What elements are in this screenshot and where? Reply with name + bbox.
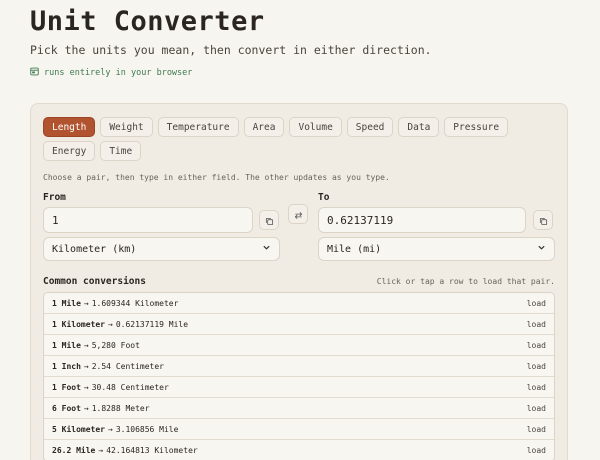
load-button[interactable]: load: [527, 425, 546, 434]
converter-card: Length Weight Temperature Area Volume Speed Da…: [30, 103, 568, 460]
conversion-from-quantity: 1 Mile: [52, 340, 81, 350]
conversion-from-quantity: 6 Foot: [52, 403, 81, 413]
common-conversions-title: Common conversions: [43, 276, 146, 287]
browser-icon: [30, 67, 39, 79]
from-value-input[interactable]: 1: [43, 207, 253, 233]
load-button[interactable]: load: [527, 446, 546, 455]
conversion-text: 6 Foot → 1.8288 Meter: [52, 404, 150, 413]
conversion-result: 3.106856 Mile: [115, 424, 179, 434]
conversion-text: 1 Foot → 30.48 Centimeter: [52, 383, 169, 392]
conversion-from-quantity: 1 Mile: [52, 298, 81, 308]
copy-to-button[interactable]: [533, 210, 553, 230]
arrow-right-icon: →: [83, 382, 89, 392]
conversion-from-quantity: 5 Kilometer: [52, 424, 105, 434]
conversion-row[interactable]: 26.2 Mile → 42.164813 Kilometer load: [44, 440, 554, 460]
page-subtitle: Pick the units you mean, then convert in…: [30, 43, 432, 57]
from-unit-value: Kilometer (km): [52, 243, 137, 255]
tab-temperature[interactable]: Temperature: [157, 117, 239, 137]
conversion-result: 5,280 Foot: [91, 340, 140, 350]
instruction-hint: Choose a pair, then type in either field…: [43, 173, 390, 182]
conversion-from-quantity: 26.2 Mile: [52, 445, 96, 455]
conversion-text: 1 Mile → 5,280 Foot: [52, 341, 140, 350]
tab-time[interactable]: Time: [100, 141, 142, 161]
copy-icon: [539, 211, 548, 230]
arrow-right-icon: →: [98, 445, 104, 455]
tab-area[interactable]: Area: [243, 117, 285, 137]
chevron-down-icon: [537, 243, 546, 255]
conversion-from-quantity: 1 Foot: [52, 382, 81, 392]
conversion-row[interactable]: 1 Inch → 2.54 Centimeter load: [44, 356, 554, 377]
conversion-text: 1 Mile → 1.609344 Kilometer: [52, 299, 178, 308]
load-button[interactable]: load: [527, 299, 546, 308]
load-button[interactable]: load: [527, 341, 546, 350]
conversion-row[interactable]: 1 Mile → 5,280 Foot load: [44, 335, 554, 356]
arrow-right-icon: →: [83, 340, 89, 350]
copy-from-button[interactable]: [259, 210, 279, 230]
to-unit-select[interactable]: Mile (mi): [318, 237, 555, 261]
swap-icon: [294, 205, 303, 224]
arrow-right-icon: →: [107, 319, 113, 329]
conversion-row[interactable]: 1 Foot → 30.48 Centimeter load: [44, 377, 554, 398]
tab-volume[interactable]: Volume: [289, 117, 342, 137]
arrow-right-icon: →: [107, 424, 113, 434]
tab-length[interactable]: Length: [43, 117, 96, 137]
arrow-right-icon: →: [83, 403, 89, 413]
conversion-text: 5 Kilometer → 3.106856 Mile: [52, 425, 178, 434]
conversion-row[interactable]: 6 Foot → 1.8288 Meter load: [44, 398, 554, 419]
category-tabs: Length Weight Temperature Area Volume Speed Da…: [43, 117, 543, 161]
load-button[interactable]: load: [527, 320, 546, 329]
from-label: From: [43, 192, 66, 203]
tab-speed[interactable]: Speed: [346, 117, 394, 137]
swap-button[interactable]: [288, 204, 308, 224]
conversions-table: 1 Mile → 1.609344 Kilometer load 1 Kilometer…: [43, 292, 555, 460]
load-button[interactable]: load: [527, 362, 546, 371]
conversion-row[interactable]: 1 Mile → 1.609344 Kilometer load: [44, 293, 554, 314]
conversion-result: 0.62137119 Mile: [115, 319, 189, 329]
conversion-text: 1 Inch → 2.54 Centimeter: [52, 362, 164, 371]
to-label: To: [318, 192, 330, 203]
from-unit-select[interactable]: Kilometer (km): [43, 237, 280, 261]
privacy-note-text: runs entirely in your browser: [44, 68, 193, 78]
page-title: Unit Converter: [30, 6, 265, 37]
arrow-right-icon: →: [83, 361, 89, 371]
conversion-row[interactable]: 5 Kilometer → 3.106856 Mile load: [44, 419, 554, 440]
conversion-result: 42.164813 Kilometer: [106, 445, 198, 455]
conversion-result: 30.48 Centimeter: [91, 382, 169, 392]
conversion-from-quantity: 1 Inch: [52, 361, 81, 371]
load-button[interactable]: load: [527, 404, 546, 413]
arrow-right-icon: →: [83, 298, 89, 308]
conversion-result: 2.54 Centimeter: [91, 361, 164, 371]
tab-pressure[interactable]: Pressure: [444, 117, 509, 137]
load-button[interactable]: load: [527, 383, 546, 392]
to-unit-value: Mile (mi): [327, 243, 382, 255]
to-value-input[interactable]: 0.62137119: [318, 207, 526, 233]
conversion-result: 1.609344 Kilometer: [91, 298, 179, 308]
conversion-result: 1.8288 Meter: [91, 403, 150, 413]
common-conversions-hint: Click or tap a row to load that pair.: [376, 277, 555, 286]
conversion-text: 1 Kilometer → 0.62137119 Mile: [52, 320, 188, 329]
conversion-row[interactable]: 1 Kilometer → 0.62137119 Mile load: [44, 314, 554, 335]
tab-weight[interactable]: Weight: [100, 117, 153, 137]
conversion-from-quantity: 1 Kilometer: [52, 319, 105, 329]
chevron-down-icon: [262, 243, 271, 255]
tab-energy[interactable]: Energy: [43, 141, 96, 161]
conversion-text: 26.2 Mile → 42.164813 Kilometer: [52, 446, 198, 455]
tab-data[interactable]: Data: [398, 117, 440, 137]
copy-icon: [265, 211, 274, 230]
privacy-note: runs entirely in your browser: [30, 67, 192, 79]
